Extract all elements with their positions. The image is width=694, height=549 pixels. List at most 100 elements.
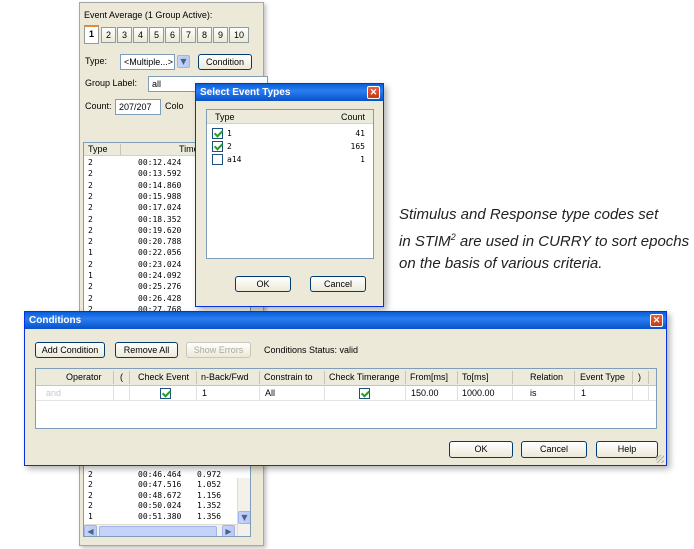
- event-type-value: 2: [88, 158, 93, 167]
- event-latency-value: 1.356: [197, 511, 222, 521]
- conditions-titlebar[interactable]: Conditions ✕: [25, 312, 666, 329]
- to-ms-cell[interactable]: 1000.00: [462, 386, 495, 401]
- col-operator[interactable]: Operator: [66, 369, 102, 386]
- col-type-header[interactable]: Type: [88, 144, 108, 154]
- event-latency-value: 1.052: [197, 480, 222, 490]
- operator-cell[interactable]: and: [46, 386, 61, 401]
- type-select[interactable]: <Multiple...>: [120, 54, 175, 70]
- conditions-dialog: Conditions ✕ Add Condition Remove All Sh…: [24, 311, 667, 466]
- chevron-right-icon[interactable]: ▶: [222, 525, 235, 536]
- event-time-value: 00:20.788: [138, 237, 182, 247]
- tab-1[interactable]: 1: [84, 25, 99, 44]
- event-type-checkbox[interactable]: [212, 154, 223, 165]
- condition-button[interactable]: Condition: [198, 54, 252, 70]
- event-type-row[interactable]: 2 165: [207, 140, 373, 153]
- event-average-title: Event Average (1 Group Active):: [84, 10, 213, 20]
- relation-cell[interactable]: is: [530, 386, 537, 401]
- chevron-down-icon[interactable]: ▼: [177, 55, 190, 68]
- add-condition-button[interactable]: Add Condition: [35, 342, 105, 358]
- event-time-value: 00:22.056: [138, 248, 182, 258]
- event-type-row[interactable]: a14 1: [207, 153, 373, 166]
- dialog-title: Select Event Types: [200, 87, 291, 98]
- event-time-value: 00:15.988: [138, 191, 182, 201]
- col-to-ms[interactable]: To[ms]: [462, 369, 489, 386]
- event-time-value: 00:13.592: [138, 169, 182, 179]
- event-time-value: 00:26.428: [138, 293, 182, 303]
- caption-text: Stimulus and Response type codes set in …: [399, 204, 694, 275]
- event-list-hscrollbar[interactable]: ◀ ▶: [84, 524, 237, 536]
- event-type-value: 2: [88, 214, 93, 224]
- cancel-button[interactable]: Cancel: [310, 276, 366, 292]
- tab-5[interactable]: 5: [149, 27, 164, 43]
- col-check-event[interactable]: Check Event: [138, 369, 189, 386]
- remove-all-button[interactable]: Remove All: [115, 342, 178, 358]
- event-type-value: 2: [88, 480, 93, 490]
- col-close-paren[interactable]: ): [638, 369, 641, 386]
- event-type-value: 2: [88, 282, 93, 292]
- list-item[interactable]: 2 00:47.516 1.052: [84, 480, 250, 490]
- col-count-header[interactable]: Count: [341, 112, 365, 122]
- col-relation[interactable]: Relation: [530, 369, 563, 386]
- show-errors-button[interactable]: Show Errors: [186, 342, 251, 358]
- event-list-scrollbar[interactable]: ▼: [237, 478, 250, 536]
- col-constrain-to[interactable]: Constrain to: [264, 369, 313, 386]
- event-time-value: 00:17.024: [138, 203, 182, 213]
- event-type-count: 1: [360, 155, 365, 164]
- col-open-paren[interactable]: (: [120, 369, 123, 386]
- chevron-left-icon[interactable]: ◀: [84, 525, 97, 536]
- col-type-header[interactable]: Type: [215, 112, 235, 122]
- from-ms-cell[interactable]: 150.00: [411, 386, 439, 401]
- select-event-types-titlebar[interactable]: Select Event Types ✕: [196, 84, 383, 101]
- event-type-value: 2: [88, 203, 93, 213]
- list-item[interactable]: 1 00:51.380 1.356: [84, 512, 250, 522]
- list-item[interactable]: 2 00:50.024 1.352: [84, 501, 250, 511]
- event-type-checkbox[interactable]: [212, 128, 223, 139]
- resize-grip[interactable]: [656, 455, 664, 463]
- tab-3[interactable]: 3: [117, 27, 132, 43]
- event-time-value: 00:19.620: [138, 225, 182, 235]
- tab-10[interactable]: 10: [229, 27, 249, 43]
- ok-button[interactable]: OK: [449, 441, 513, 458]
- conditions-row[interactable]: and 1 All 150.00 1000.00 is 1: [36, 386, 656, 401]
- hscroll-thumb[interactable]: [99, 526, 217, 536]
- col-check-timerange[interactable]: Check Timerange: [329, 369, 400, 386]
- constrain-to-cell[interactable]: All: [265, 386, 275, 401]
- event-time-value: 00:46.464: [138, 470, 182, 479]
- help-button[interactable]: Help: [596, 441, 658, 458]
- check-timerange-checkbox[interactable]: [359, 388, 370, 399]
- event-type-value: 2: [88, 225, 93, 235]
- tab-2[interactable]: 2: [101, 27, 116, 43]
- tab-9[interactable]: 9: [213, 27, 228, 43]
- n-back-cell[interactable]: 1: [202, 386, 207, 401]
- event-type-row[interactable]: 1 41: [207, 127, 373, 140]
- check-event-checkbox[interactable]: [160, 388, 171, 399]
- chevron-down-icon[interactable]: ▼: [238, 511, 250, 524]
- event-type-list[interactable]: Type Count 1 41 2 165 a14 1: [206, 109, 374, 259]
- col-from-ms[interactable]: From[ms]: [410, 369, 448, 386]
- list-item[interactable]: 2 00:48.672 1.156: [84, 491, 250, 501]
- ok-button[interactable]: OK: [235, 276, 291, 292]
- conditions-grid[interactable]: Operator ( Check Event n-Back/Fwd Constr…: [35, 368, 657, 429]
- close-icon[interactable]: ✕: [650, 314, 663, 327]
- event-type-value: 2: [88, 259, 93, 269]
- caption-line-3: on the basis of various criteria.: [399, 255, 603, 272]
- dialog-title: Conditions: [29, 315, 82, 326]
- tab-6[interactable]: 6: [165, 27, 180, 43]
- tab-7[interactable]: 7: [181, 27, 196, 43]
- tab-4[interactable]: 4: [133, 27, 148, 43]
- event-time-value: 00:47.516: [138, 480, 182, 490]
- close-icon[interactable]: ✕: [367, 86, 380, 99]
- event-time-value: 00:12.424: [138, 158, 182, 167]
- event-time-value: 00:24.092: [138, 271, 182, 280]
- event-type-value: 2: [88, 191, 93, 201]
- event-type-checkbox[interactable]: [212, 141, 223, 152]
- cancel-button[interactable]: Cancel: [521, 441, 587, 458]
- event-type-label: 1: [227, 129, 232, 138]
- tab-8[interactable]: 8: [197, 27, 212, 43]
- event-type-value: 1: [88, 248, 93, 258]
- col-event-type[interactable]: Event Type: [580, 369, 625, 386]
- list-item[interactable]: 2 00:46.464 0.972: [84, 470, 250, 480]
- col-n-back-fwd[interactable]: n-Back/Fwd: [201, 369, 249, 386]
- event-time-value: 00:51.380: [138, 511, 182, 521]
- event-type-cell[interactable]: 1: [581, 386, 586, 401]
